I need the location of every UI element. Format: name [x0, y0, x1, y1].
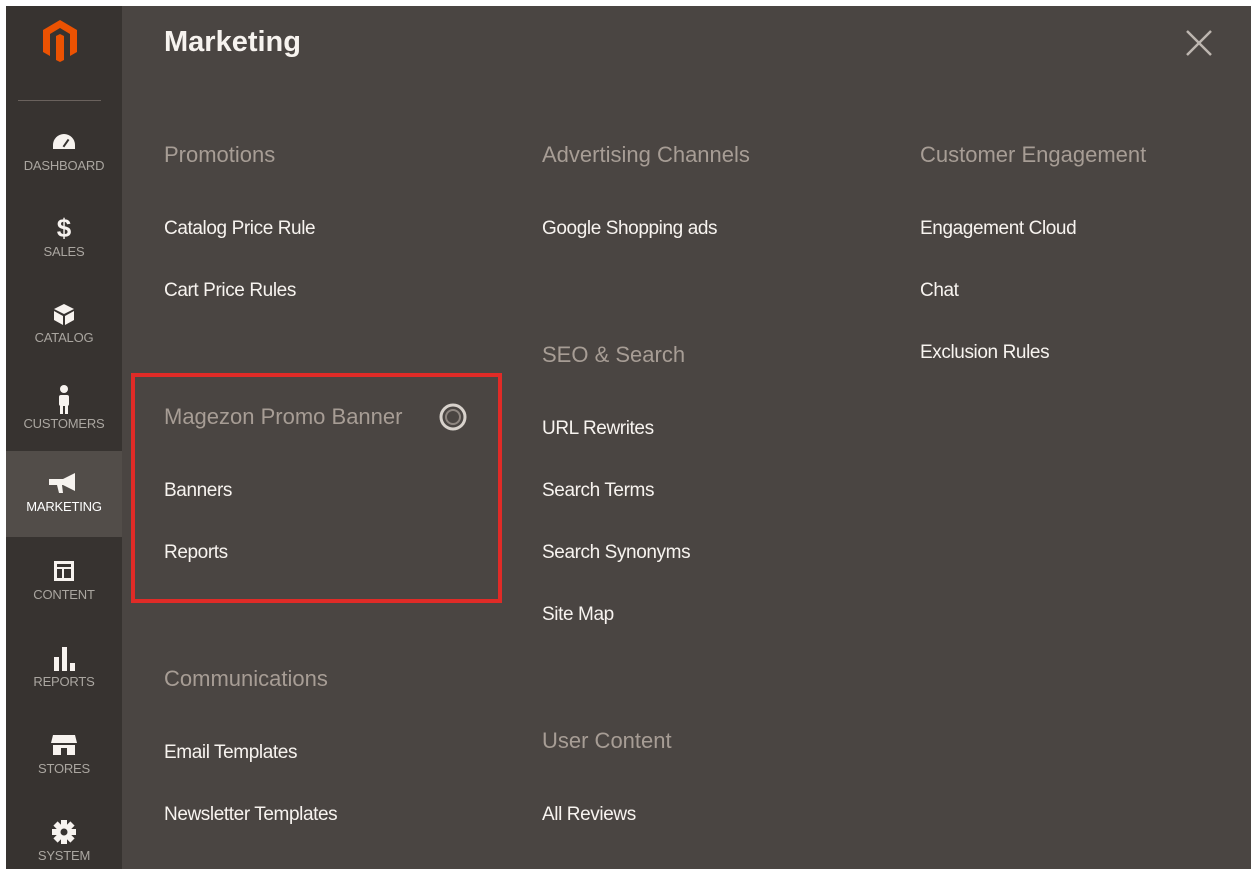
gear-icon [6, 818, 122, 846]
menu-link-site-map[interactable]: Site Map [542, 604, 614, 626]
admin-frame: DASHBOARD $ SALES CATALOG CUSTOMERS MARK… [6, 6, 1251, 869]
sidebar-item-label: CUSTOMERS [23, 416, 105, 431]
menu-link-search-terms[interactable]: Search Terms [542, 480, 654, 502]
menu-link-chat[interactable]: Chat [920, 280, 959, 302]
store-icon [6, 731, 122, 759]
menu-link-all-reviews[interactable]: All Reviews [542, 804, 636, 826]
logo-divider [18, 100, 101, 101]
sidebar-item-content[interactable]: CONTENT [6, 539, 122, 625]
admin-sidebar: DASHBOARD $ SALES CATALOG CUSTOMERS MARK… [6, 6, 122, 869]
menu-link-exclusion-rules[interactable]: Exclusion Rules [920, 342, 1050, 364]
dashboard-icon [6, 128, 122, 156]
dollar-icon: $ [56, 213, 72, 243]
sidebar-item-reports[interactable]: REPORTS [6, 626, 122, 712]
section-title-advertising-channels: Advertising Channels [542, 142, 750, 167]
section-title-communications: Communications [164, 666, 328, 691]
layout-icon [6, 557, 122, 585]
menu-link-cart-price-rules[interactable]: Cart Price Rules [164, 280, 296, 302]
menu-link-search-synonyms[interactable]: Search Synonyms [542, 542, 691, 564]
sidebar-item-catalog[interactable]: CATALOG [6, 282, 122, 368]
bar-chart-icon [6, 644, 122, 672]
person-icon [6, 385, 122, 414]
magento-logo[interactable] [6, 6, 122, 102]
page-title: Marketing [164, 26, 301, 58]
sidebar-item-label: REPORTS [33, 674, 95, 689]
sidebar-item-label: STORES [37, 761, 91, 776]
close-button[interactable] [1184, 28, 1214, 58]
menu-link-catalog-price-rule[interactable]: Catalog Price Rule [164, 218, 316, 240]
sidebar-item-system[interactable]: SYSTEM [6, 800, 122, 869]
sidebar-item-sales[interactable]: $ SALES [6, 196, 122, 282]
loading-spinner-icon [438, 402, 468, 432]
menu-link-email-templates[interactable]: Email Templates [164, 742, 297, 764]
sidebar-item-dashboard[interactable]: DASHBOARD [6, 110, 122, 196]
menu-link-url-rewrites[interactable]: URL Rewrites [542, 418, 654, 440]
sidebar-item-customers[interactable]: CUSTOMERS [6, 368, 122, 454]
section-title-magezon-promo-banner: Magezon Promo Banner [164, 404, 403, 429]
megaphone-icon [6, 469, 122, 497]
section-title-promotions: Promotions [164, 142, 276, 167]
section-title-seo-search: SEO & Search [542, 342, 686, 367]
sidebar-item-label: CATALOG [34, 330, 94, 345]
menu-link-reports[interactable]: Reports [164, 542, 228, 564]
magento-logo-icon [43, 20, 77, 62]
section-title-customer-engagement: Customer Engagement [920, 142, 1147, 167]
sidebar-item-label: DASHBOARD [23, 158, 105, 173]
section-title-user-content: User Content [542, 728, 672, 753]
menu-link-newsletter-templates[interactable]: Newsletter Templates [164, 804, 338, 826]
menu-link-google-shopping-ads[interactable]: Google Shopping ads [542, 218, 718, 240]
sidebar-item-label: CONTENT [33, 587, 95, 602]
close-icon [1186, 30, 1212, 56]
sidebar-item-marketing[interactable]: MARKETING [6, 451, 122, 537]
box-icon [6, 300, 122, 328]
sidebar-item-label: MARKETING [26, 499, 102, 514]
sidebar-item-label: SALES [43, 244, 85, 259]
sidebar-item-stores[interactable]: STORES [6, 713, 122, 799]
sidebar-item-label: SYSTEM [37, 848, 91, 863]
menu-link-engagement-cloud[interactable]: Engagement Cloud [920, 218, 1077, 240]
menu-link-banners[interactable]: Banners [164, 480, 232, 502]
